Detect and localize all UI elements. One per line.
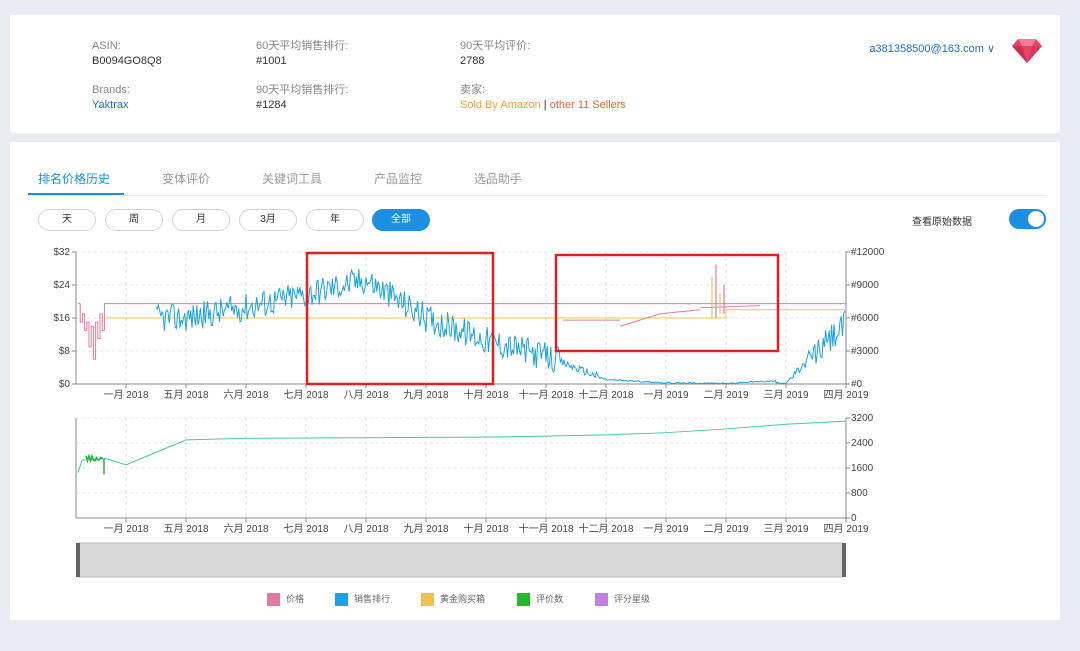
rank-series-line <box>155 268 846 385</box>
chart2-y-right-label: 3200 <box>851 413 874 424</box>
legend-price-label: 价格 <box>286 594 305 604</box>
legend-buybox-label: 黄金购买箱 <box>440 594 486 604</box>
chart1-y-right-label: #0 <box>851 379 863 390</box>
chart2-x-tick-label: 四月 2019 <box>823 523 868 535</box>
chart2-x-tick-label: 七月 2018 <box>283 523 328 535</box>
chart2-x-tick-label: 十二月 2018 <box>578 522 633 535</box>
chart1-y-left-label: $32 <box>53 247 70 258</box>
chart2-y-right-label: 1600 <box>851 463 874 474</box>
chart1-x-tick-label: 一月 2019 <box>643 389 688 401</box>
charts-svg: 一月 2018 五月 2018 六月 2018 七月 2018 八月 2018 九月 20… <box>53 247 885 578</box>
chart1-y-right-label: #12000 <box>851 247 885 258</box>
chart1-y-left-label: $8 <box>59 346 71 357</box>
chart2-x-tick-label: 三月 2019 <box>763 523 808 535</box>
legend-swatch-rank <box>335 593 348 607</box>
chart1-y-left-label: $24 <box>53 280 70 291</box>
review-chart: 一月 2018 五月 2018 六月 2018 七月 2018 八月 2018 九月 20… <box>75 413 874 535</box>
scroller-handle-left <box>76 543 80 577</box>
legend-rating-label: 评分星级 <box>614 594 651 604</box>
chart2-x-tick-label: 九月 2018 <box>403 523 448 535</box>
chart1-x-tick-label: 六月 2018 <box>223 389 268 401</box>
legend-swatch-reviews <box>517 593 530 607</box>
highlight-box-price-spikes <box>554 253 780 353</box>
price-step-segment <box>659 309 701 315</box>
legend-price[interactable]: 价格 <box>267 592 305 607</box>
chart1-x-tick-label: 十一月 2018 <box>518 388 573 401</box>
chart1-x-tick-label: 七月 2018 <box>283 389 328 401</box>
chart1-x-tick-label: 三月 2019 <box>763 389 808 401</box>
chart1-x-tick-label: 八月 2018 <box>343 389 388 401</box>
chart-legend: 价格 销售排行 黄金购买箱 评价数 评分星级 <box>267 592 687 607</box>
legend-reviews[interactable]: 评价数 <box>517 592 564 607</box>
chart1-y-left-label: $0 <box>59 379 71 390</box>
scroller-handle-right <box>842 543 846 577</box>
chart2-x-tick-label: 六月 2018 <box>223 523 268 535</box>
chart2-x-tick-label: 一月 2018 <box>103 523 148 535</box>
chart1-x-tick-label: 五月 2018 <box>163 389 208 401</box>
chart1-y-right-label: #3000 <box>851 346 879 357</box>
chart1-x-tick-label: 十月 2018 <box>463 388 508 401</box>
chart1-x-tick-label: 十二月 2018 <box>578 388 633 401</box>
legend-rating[interactable]: 评分星级 <box>595 592 651 607</box>
chart1-x-tick-label: 一月 2018 <box>103 389 148 401</box>
chart2-x-tick-label: 二月 2019 <box>703 523 748 535</box>
legend-swatch-rating <box>595 593 608 607</box>
legend-swatch-buybox <box>421 593 434 607</box>
chart2-x-tick-label: 十月 2018 <box>463 522 508 535</box>
legend-rank-label: 销售排行 <box>354 594 391 604</box>
legend-buybox[interactable]: 黄金购买箱 <box>421 592 486 607</box>
review-green-jitter <box>85 453 104 464</box>
chart1-x-tick-label: 九月 2018 <box>403 389 448 401</box>
price-step-segment <box>699 305 761 309</box>
chart2-y-right-label: 800 <box>851 488 868 499</box>
legend-rank[interactable]: 销售排行 <box>335 592 391 607</box>
chart2-x-tick-label: 五月 2018 <box>163 523 208 535</box>
chart2-x-tick-label: 八月 2018 <box>343 523 388 535</box>
chart1-y-left-label: $16 <box>53 313 70 324</box>
chart2-y-right-label: 2400 <box>851 438 874 449</box>
range-scroller[interactable] <box>76 542 846 578</box>
legend-swatch-price <box>267 593 280 607</box>
chart2-x-tick-label: 一月 2019 <box>643 523 688 535</box>
price-rank-chart: 一月 2018 五月 2018 六月 2018 七月 2018 八月 2018 九月 20… <box>53 247 884 401</box>
chart1-x-tick-label: 四月 2019 <box>823 389 868 401</box>
chart2-x-tick-label: 十一月 2018 <box>518 522 573 535</box>
chart2-y-right-label: 0 <box>851 513 857 524</box>
scroller-track <box>77 542 845 578</box>
price-step-segment <box>619 313 661 327</box>
chart1-y-right-label: #9000 <box>851 280 879 291</box>
chart1-x-tick-label: 二月 2019 <box>703 389 748 401</box>
review-count-line <box>77 419 847 473</box>
legend-reviews-label: 评价数 <box>536 594 564 604</box>
chart1-y-right-label: #6000 <box>851 313 879 324</box>
